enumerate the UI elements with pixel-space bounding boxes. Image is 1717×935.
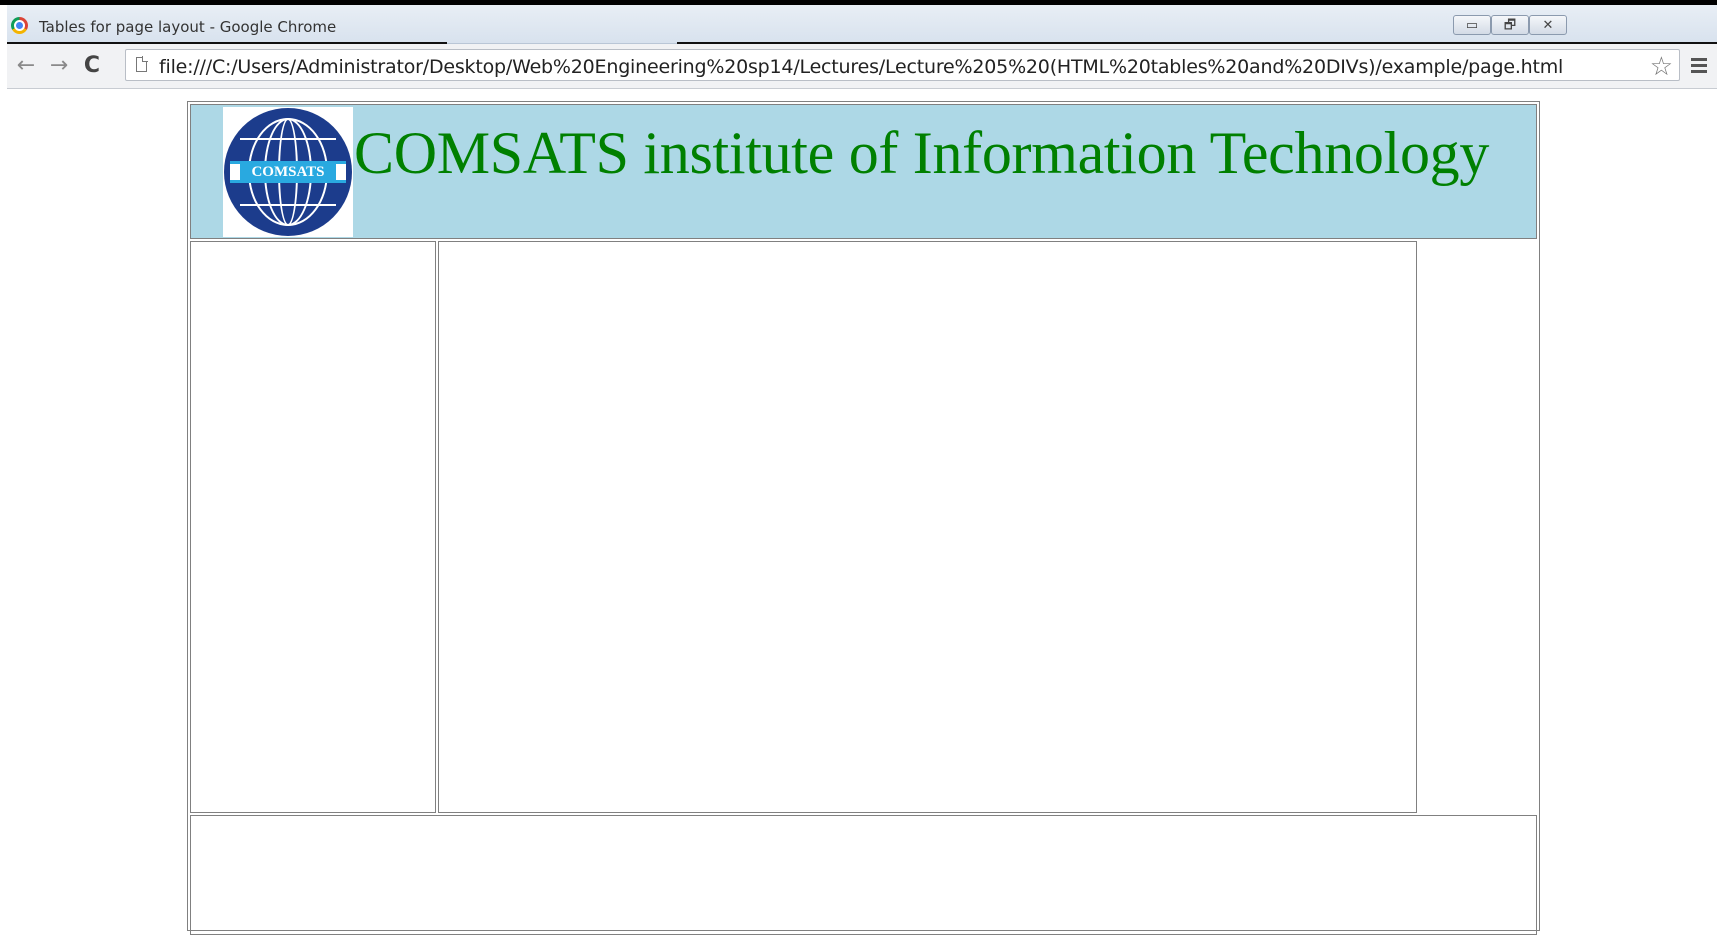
window-title: Tables for page layout - Google Chrome bbox=[39, 18, 337, 36]
address-bar[interactable]: file:///C:/Users/Administrator/Desktop/W… bbox=[125, 49, 1680, 81]
comsats-logo: COMSATS bbox=[223, 107, 353, 237]
globe-icon: COMSATS bbox=[224, 108, 352, 236]
page-viewport: COMSATS COMSATS institute of Information… bbox=[7, 89, 1717, 935]
restore-button[interactable]: 🗗 bbox=[1491, 15, 1529, 35]
title-bar: Tables for page layout - Google Chrome ▭… bbox=[7, 5, 1717, 45]
reload-icon: C bbox=[83, 53, 101, 78]
layout-table: COMSATS COMSATS institute of Information… bbox=[187, 101, 1540, 935]
back-arrow-icon: ← bbox=[16, 53, 36, 78]
page-icon bbox=[136, 56, 148, 72]
browser-toolbar: ← → C file:///C:/Users/Administrator/Des… bbox=[7, 44, 1717, 89]
bookmark-star-icon[interactable]: ☆ bbox=[1650, 51, 1673, 82]
chrome-logo-icon bbox=[11, 17, 28, 34]
content-cell bbox=[438, 241, 1417, 813]
restore-icon: 🗗 bbox=[1503, 17, 1517, 32]
sidebar-cell bbox=[190, 241, 436, 813]
footer-cell bbox=[190, 815, 1537, 935]
logo-text: COMSATS bbox=[240, 163, 336, 181]
forward-button[interactable]: → bbox=[46, 54, 72, 78]
back-button[interactable]: ← bbox=[13, 54, 39, 78]
minimize-button[interactable]: ▭ bbox=[1453, 15, 1491, 35]
url-text: file:///C:/Users/Administrator/Desktop/W… bbox=[159, 56, 1564, 78]
header-cell: COMSATS COMSATS institute of Information… bbox=[190, 104, 1537, 239]
close-icon: ✕ bbox=[1542, 17, 1554, 32]
minimize-icon: ▭ bbox=[1465, 17, 1479, 32]
site-title: COMSATS institute of Information Technol… bbox=[354, 120, 1490, 186]
forward-arrow-icon: → bbox=[49, 53, 69, 78]
reload-button[interactable]: C bbox=[79, 54, 105, 78]
chrome-menu-icon[interactable] bbox=[1691, 58, 1707, 74]
close-button[interactable]: ✕ bbox=[1529, 15, 1567, 35]
